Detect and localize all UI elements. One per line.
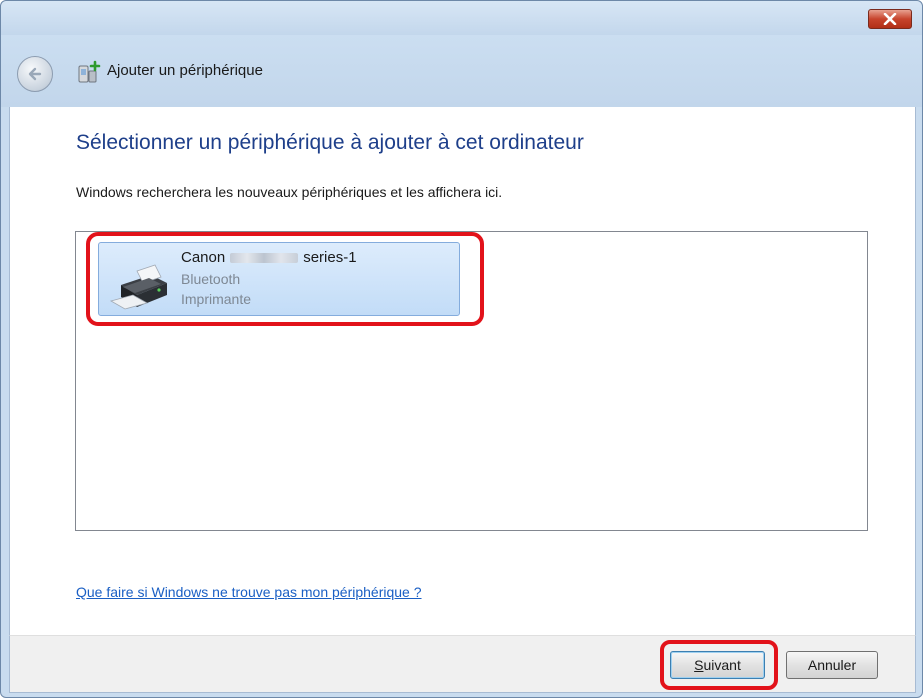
device-list[interactable]: Canon series-1 Bluetooth Imprimante — [75, 231, 868, 531]
back-arrow-icon — [28, 67, 42, 81]
add-device-icon — [78, 60, 101, 83]
instruction-text: Windows recherchera les nouveaux périphé… — [76, 184, 503, 200]
help-link[interactable]: Que faire si Windows ne trouve pas mon p… — [76, 584, 422, 600]
add-device-window: Ajouter un périphérique Sélectionner un … — [0, 0, 923, 698]
content-area: Sélectionner un périphérique à ajouter à… — [9, 107, 916, 635]
back-button[interactable] — [17, 56, 53, 92]
close-button[interactable] — [868, 9, 912, 29]
close-icon — [883, 13, 897, 25]
footer-bar: Suivant Annuler — [9, 635, 916, 693]
next-button-highlight-frame — [660, 640, 778, 690]
device-highlight-frame — [86, 232, 484, 326]
page-heading: Sélectionner un périphérique à ajouter à… — [76, 131, 584, 154]
cancel-button-label: Annuler — [807, 657, 857, 673]
title-bar — [1, 1, 922, 35]
cancel-button[interactable]: Annuler — [786, 651, 878, 679]
window-title: Ajouter un périphérique — [107, 62, 263, 79]
